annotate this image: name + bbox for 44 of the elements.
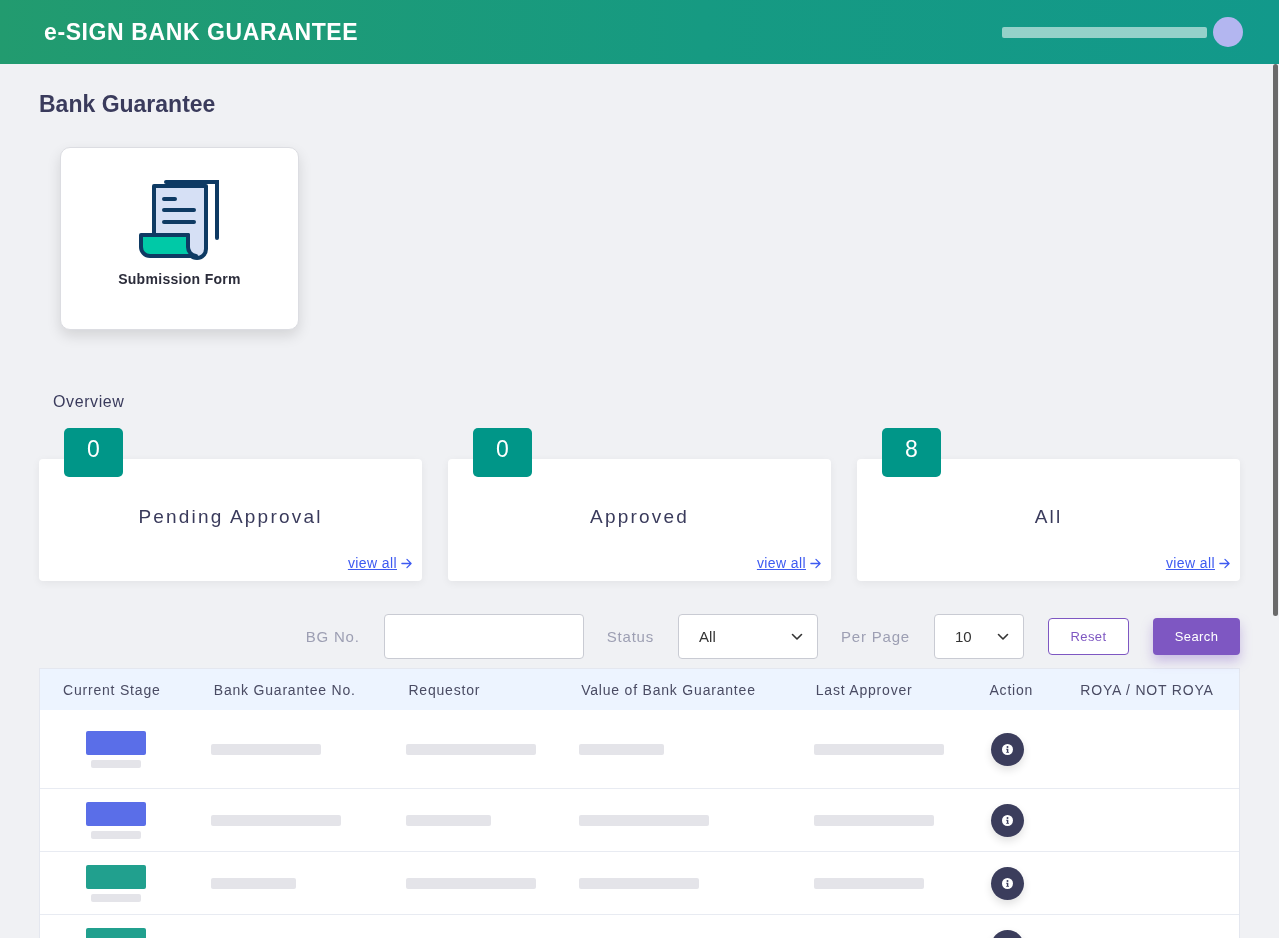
count-badge: 0: [64, 428, 123, 477]
search-button[interactable]: Search: [1153, 618, 1240, 655]
app-title: e-SIGN BANK GUARANTEE: [44, 18, 359, 46]
scrollbar[interactable]: [1273, 64, 1278, 616]
count-badge: 0: [473, 428, 532, 477]
chevron-down-icon: [791, 632, 804, 641]
view-all-link[interactable]: view all: [1165, 555, 1230, 571]
column-header: Action: [988, 681, 1035, 698]
info-icon: [1002, 743, 1013, 755]
filter-label: Status: [606, 628, 655, 645]
column-header: ROYA / NOT ROYA: [1079, 681, 1215, 698]
chevron-down-icon: [997, 632, 1009, 641]
submission-form-card[interactable]: Submission Form: [60, 147, 299, 330]
info-button[interactable]: [991, 732, 1024, 766]
column-header: Bank Guarantee No.: [212, 681, 357, 698]
view-all-link[interactable]: view all: [756, 555, 821, 571]
info-button[interactable]: [991, 866, 1024, 900]
document-icon: [137, 179, 222, 261]
arrow-right-icon: [810, 557, 821, 569]
column-header: Last Approver: [814, 681, 914, 698]
info-button[interactable]: [991, 803, 1024, 837]
column-header: Requestor: [407, 681, 482, 698]
column-header: Current Stage: [62, 681, 162, 698]
filter-label: BG No.: [305, 628, 360, 645]
reset-button[interactable]: Reset: [1048, 618, 1129, 655]
section-title: Overview: [53, 392, 126, 412]
stat-label: Pending Approval: [137, 505, 324, 529]
stat-label: Approved: [589, 505, 690, 529]
column-header: Value of Bank Guarantee: [580, 681, 757, 698]
info-icon: [1002, 877, 1013, 889]
redacted-text: [90, 759, 141, 768]
stat-label: All: [1033, 505, 1064, 529]
count-badge: 8: [882, 428, 941, 477]
select-field[interactable]: All: [678, 614, 819, 659]
bg-number-field[interactable]: [383, 614, 584, 659]
info-icon: [1002, 814, 1013, 826]
view-all-link[interactable]: view all: [347, 555, 412, 571]
arrow-right-icon: [1219, 557, 1230, 569]
arrow-right-icon: [401, 557, 412, 569]
filter-label: Per Page: [841, 628, 910, 645]
redacted-text: [90, 893, 141, 902]
select-field[interactable]: 10: [934, 614, 1024, 659]
page-title: Bank Guarantee: [39, 90, 217, 118]
redacted-text: [90, 830, 141, 839]
